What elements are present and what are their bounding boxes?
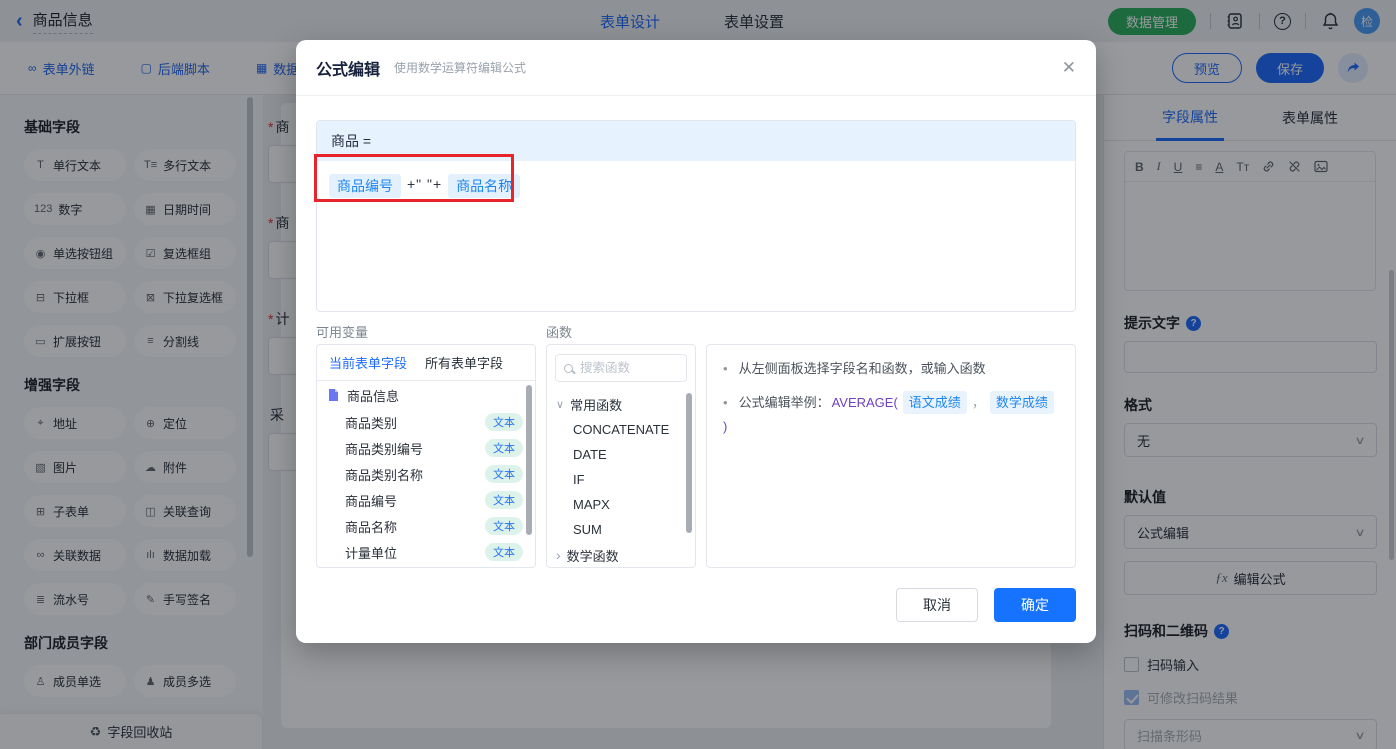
variable-type-badge: 文本 [485, 413, 523, 431]
modal-title: 公式编辑 [316, 61, 381, 79]
variable-row[interactable]: 商品类别编号 文本 [317, 435, 535, 461]
variables-scrollbar[interactable] [526, 385, 532, 535]
formula-editor-box: 商品 = 商品编号 +" "+ 商品名称 [316, 120, 1076, 312]
search-icon [564, 363, 573, 373]
help-line-1: 从左侧面板选择字段名和函数，或输入函数 [723, 358, 1059, 379]
functions-scrollbar[interactable] [686, 393, 692, 533]
variable-name: 商品名称 [345, 519, 398, 535]
formula-operator: +" "+ [407, 176, 443, 192]
variable-name: 商品类别编号 [345, 441, 424, 457]
function-item[interactable]: IF [547, 467, 695, 492]
variable-name: 商品类别 [345, 415, 398, 431]
formula-edit-modal: 公式编辑 使用数学运算符编辑公式 ✕ 商品 = 商品编号 +" "+ 商品名称 … [296, 40, 1096, 643]
tab-current-form-fields[interactable]: 当前表单字段 [329, 353, 407, 372]
variable-row[interactable]: 商品类别 文本 [317, 409, 535, 435]
function-group-label: 常用函数 [570, 397, 623, 413]
function-item[interactable]: SUM [547, 517, 695, 542]
variable-row[interactable]: 商品名称 文本 [317, 513, 535, 539]
function-group-common[interactable]: 常用函数 [547, 391, 695, 417]
variable-type-badge: 文本 [485, 491, 523, 509]
formula-target: 商品 = [317, 121, 1075, 161]
function-list: CONCATENATE DATE IF MAPX SUM [547, 417, 695, 542]
variable-name: 商品编号 [345, 493, 398, 509]
chevron-right-icon [556, 547, 561, 563]
variable-row[interactable]: 商品类别名称 文本 [317, 461, 535, 487]
function-group[interactable]: 数学函数 [547, 542, 695, 567]
formula-editor[interactable]: 商品编号 +" "+ 商品名称 [317, 161, 1075, 311]
variable-row[interactable]: 商品编号 文本 [317, 487, 535, 513]
modal-header: 公式编辑 使用数学运算符编辑公式 ✕ [296, 40, 1096, 96]
variables-list: 商品类别 文本 商品类别编号 文本 商品类别名称 文本 商品编号 文本 商品名称… [317, 409, 535, 565]
functions-label: 函数 [546, 325, 573, 340]
confirm-button[interactable]: 确定 [994, 588, 1076, 622]
app-root: ‹ 商品信息 表单设计 表单设置 数据管理 ? 检 ∞ 表单外链 ▢ 后端脚本 … [0, 0, 1396, 749]
variable-type-badge: 文本 [485, 439, 523, 457]
example-comma: ， [971, 395, 985, 410]
function-group-label: 数学函数 [566, 548, 619, 564]
cancel-button[interactable]: 取消 [896, 588, 978, 622]
variable-name: 商品类别名称 [345, 467, 424, 483]
function-search-input[interactable] [580, 361, 678, 375]
function-item[interactable]: DATE [547, 442, 695, 467]
variable-type-badge: 文本 [485, 465, 523, 483]
example-close-paren: ) [723, 419, 728, 434]
example-field-chip: 数学成绩 [989, 391, 1054, 414]
variable-row[interactable]: 计量单位 文本 [317, 539, 535, 565]
variable-name: 计量单位 [345, 545, 398, 561]
function-item[interactable]: CONCATENATE [547, 417, 695, 442]
document-icon [329, 389, 338, 401]
modal-subtitle: 使用数学运算符编辑公式 [394, 61, 527, 75]
example-function-name: AVERAGE( [831, 395, 898, 410]
example-field-chip: 语文成绩 [902, 391, 967, 414]
variables-folder-label: 商品信息 [347, 388, 400, 404]
help-line-2: 公式编辑举例： AVERAGE( 语文成绩 ， 数学成绩 ) [723, 391, 1059, 437]
function-search [555, 354, 687, 382]
formula-field-chip[interactable]: 商品名称 [448, 174, 521, 198]
function-item[interactable]: MAPX [547, 492, 695, 517]
formula-field-chip[interactable]: 商品编号 [329, 174, 401, 198]
function-groups-collapsed: 数学函数 文本函数 [547, 542, 695, 567]
variables-label: 可用变量 [316, 325, 369, 340]
variables-panel: 当前表单字段 所有表单字段 商品信息 商品类别 文本 商品类别编号 文本 商品类… [316, 344, 536, 568]
chevron-down-icon [556, 398, 564, 411]
tab-all-form-fields[interactable]: 所有表单字段 [425, 353, 503, 372]
formula-help-panel: 从左侧面板选择字段名和函数，或输入函数 公式编辑举例： AVERAGE( 语文成… [706, 344, 1076, 568]
close-icon[interactable]: ✕ [1062, 59, 1076, 76]
variables-tabs: 当前表单字段 所有表单字段 [317, 345, 535, 381]
variable-type-badge: 文本 [485, 543, 523, 561]
variable-type-badge: 文本 [485, 517, 523, 535]
variables-folder[interactable]: 商品信息 [317, 381, 535, 409]
functions-panel: 常用函数 CONCATENATE DATE IF MAPX SUM [546, 344, 696, 568]
